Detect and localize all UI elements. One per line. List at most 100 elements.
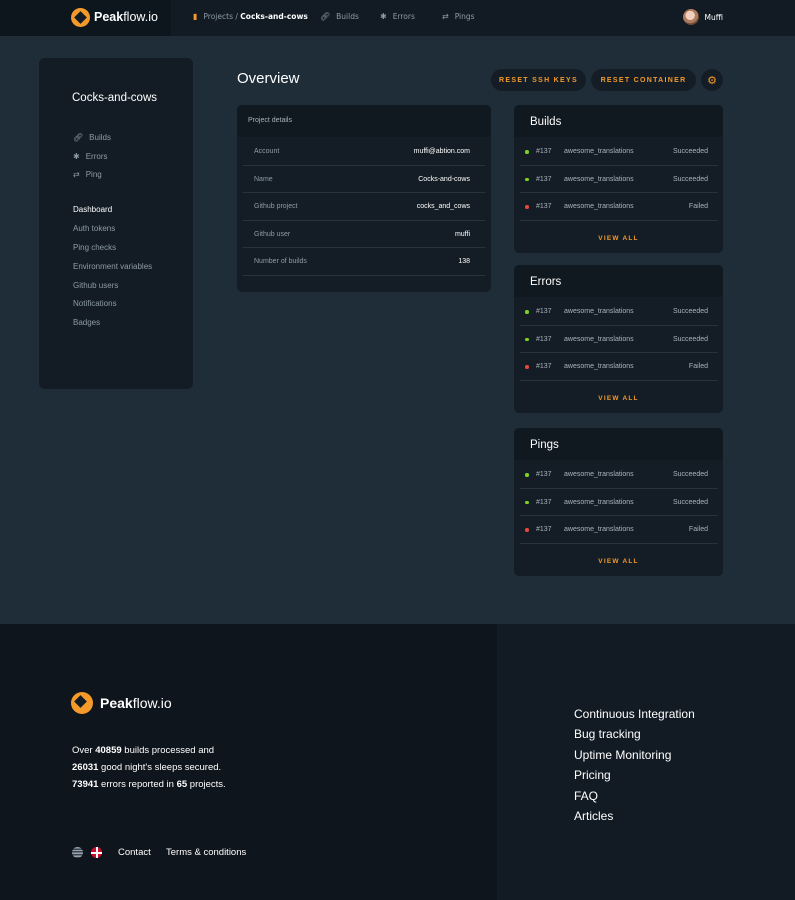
- footer-link-articles[interactable]: Articles: [574, 806, 695, 826]
- card-header: Pings: [514, 428, 723, 460]
- sidebar-item-builds[interactable]: 🔗︎ Builds: [73, 133, 111, 142]
- brand-cell: Peakflow.io: [0, 0, 171, 36]
- card-header: Project details: [237, 105, 491, 137]
- item-status: Failed: [688, 526, 708, 533]
- view-all-builds-link[interactable]: VIEW ALL: [514, 235, 723, 242]
- item-status: Succeeded: [672, 175, 708, 183]
- footer-brand-name[interactable]: Peakflow.io: [100, 695, 172, 711]
- detail-key: Github project: [254, 203, 298, 210]
- list-item[interactable]: #137 awesome_translations Succeeded: [520, 298, 718, 326]
- status-dot: [525, 528, 529, 532]
- list-item[interactable]: #137 awesome_translations Succeeded: [520, 326, 718, 353]
- danish-flag-icon[interactable]: [91, 847, 102, 858]
- builds-card: Builds #137 awesome_translations Succeed…: [514, 105, 723, 253]
- sidebar-item-errors[interactable]: ✱ Errors: [73, 152, 107, 161]
- exchange-icon: ⇄: [442, 11, 449, 21]
- item-number: #137: [536, 308, 552, 315]
- nav-errors[interactable]: ✱ Errors: [380, 12, 415, 21]
- logo-icon[interactable]: [71, 8, 90, 27]
- list-item[interactable]: #137 awesome_translations Succeeded: [520, 166, 718, 193]
- sidebar-item-ping-checks[interactable]: Ping checks: [73, 243, 116, 252]
- detail-row: Account muffi@abtion.com: [243, 138, 485, 166]
- bug-icon: ✱: [380, 11, 387, 21]
- footer-stats: Over 40859 builds processed and 26031 go…: [72, 742, 226, 793]
- item-number: #137: [536, 471, 552, 478]
- sidebar-item-badges[interactable]: Badges: [73, 318, 100, 327]
- stats-errors-count: 73941: [72, 779, 99, 790]
- project-sidebar: Cocks-and-cows 🔗︎ Builds ✱ Errors ⇄ Ping Da…: [39, 58, 193, 389]
- list-item[interactable]: #137 awesome_translations Succeeded: [520, 489, 718, 516]
- sidebar-item-github-users[interactable]: Github users: [73, 281, 118, 290]
- list-item[interactable]: #137 awesome_translations Failed: [520, 353, 718, 381]
- item-status: Succeeded: [672, 471, 708, 478]
- stats-text: projects.: [187, 779, 226, 790]
- status-dot: [525, 337, 529, 341]
- view-all-errors-link[interactable]: VIEW ALL: [514, 395, 723, 402]
- sidebar-item-label: Ping: [85, 170, 102, 179]
- breadcrumb-projects-link[interactable]: Projects: [203, 12, 233, 21]
- reset-container-button[interactable]: RESET CONTAINER: [591, 69, 696, 91]
- detail-key: Number of builds: [254, 258, 307, 265]
- list-item[interactable]: #137 awesome_translations Failed: [520, 516, 718, 544]
- sidebar-item-environment-variables[interactable]: Environment variables: [73, 262, 152, 271]
- nav-builds[interactable]: 🔗︎ Builds: [320, 12, 359, 21]
- pings-card: Pings #137 awesome_translations Succeede…: [514, 428, 723, 576]
- detail-value: muffi@abtion.com: [413, 148, 470, 155]
- item-status: Succeeded: [672, 148, 708, 155]
- detail-value: cocks_and_cows: [416, 203, 470, 210]
- item-number: #137: [536, 335, 552, 343]
- breadcrumb-separator: /: [235, 12, 238, 21]
- top-navbar: Peakflow.io ▮ Projects / Cocks-and-cows …: [0, 0, 795, 36]
- item-number: #137: [536, 498, 552, 506]
- item-name: awesome_translations: [564, 526, 634, 533]
- sidebar-item-auth-tokens[interactable]: Auth tokens: [73, 224, 115, 233]
- user-name: Muffi: [704, 12, 723, 22]
- item-status: Failed: [688, 363, 708, 370]
- detail-key: Account: [254, 148, 280, 155]
- terms-link[interactable]: Terms & conditions: [166, 847, 246, 858]
- item-number: #137: [536, 526, 552, 533]
- logo-icon[interactable]: [71, 692, 93, 714]
- us-flag-icon[interactable]: [72, 847, 83, 858]
- detail-row: Name Cocks-and-cows: [243, 166, 485, 193]
- detail-row: Number of builds 138: [243, 248, 485, 276]
- item-name: awesome_translations: [564, 203, 634, 210]
- card-heading: Project details: [248, 117, 292, 124]
- footer: Peakflow.io Over 40859 builds processed …: [0, 624, 795, 900]
- footer-link-faq[interactable]: FAQ: [574, 786, 695, 806]
- detail-value: muffi: [454, 230, 470, 238]
- footer-link-pricing[interactable]: Pricing: [574, 765, 695, 785]
- sidebar-project-title: Cocks-and-cows: [72, 92, 157, 104]
- sidebar-item-dashboard[interactable]: Dashboard: [73, 205, 112, 214]
- nav-builds-label: Builds: [336, 12, 359, 21]
- list-item[interactable]: #137 awesome_translations Succeeded: [520, 461, 718, 489]
- stats-sleeps-count: 26031: [72, 762, 99, 773]
- contact-link[interactable]: Contact: [118, 847, 151, 858]
- nav-pings[interactable]: ⇄ Pings: [442, 12, 475, 21]
- footer-link-bug-tracking[interactable]: Bug tracking: [574, 724, 695, 744]
- sidebar-item-ping[interactable]: ⇄ Ping: [73, 170, 102, 179]
- footer-link-ci[interactable]: Continuous Integration: [574, 704, 695, 724]
- stats-projects-count: 65: [176, 779, 188, 790]
- reset-ssh-keys-button[interactable]: RESET SSH KEYS: [491, 69, 586, 91]
- footer-link-uptime[interactable]: Uptime Monitoring: [574, 745, 695, 765]
- brand-name[interactable]: Peakflow.io: [94, 10, 158, 24]
- list-item[interactable]: #137 awesome_translations Succeeded: [520, 138, 718, 166]
- item-number: #137: [536, 175, 552, 183]
- brand-name-rest: flow.io: [123, 10, 158, 24]
- view-all-pings-link[interactable]: VIEW ALL: [514, 558, 723, 565]
- detail-key: Github user: [254, 230, 291, 238]
- user-menu[interactable]: Muffi: [682, 9, 723, 25]
- link-icon: 🔗︎: [320, 11, 331, 21]
- project-details-card: Project details Account muffi@abtion.com…: [237, 105, 491, 292]
- sidebar-item-notifications[interactable]: Notifications: [73, 299, 117, 308]
- list-item[interactable]: #137 awesome_translations Failed: [520, 193, 718, 221]
- brand-name-bold: Peak: [100, 695, 133, 711]
- item-name: awesome_translations: [564, 498, 634, 506]
- item-name: awesome_translations: [564, 148, 634, 155]
- breadcrumb: ▮ Projects / Cocks-and-cows: [193, 12, 308, 21]
- footer-link-list: Continuous Integration Bug tracking Upti…: [574, 704, 695, 826]
- card-header: Errors: [514, 265, 723, 297]
- stats-text: builds processed and: [121, 745, 215, 756]
- gear-icon[interactable]: ⚙: [701, 69, 723, 91]
